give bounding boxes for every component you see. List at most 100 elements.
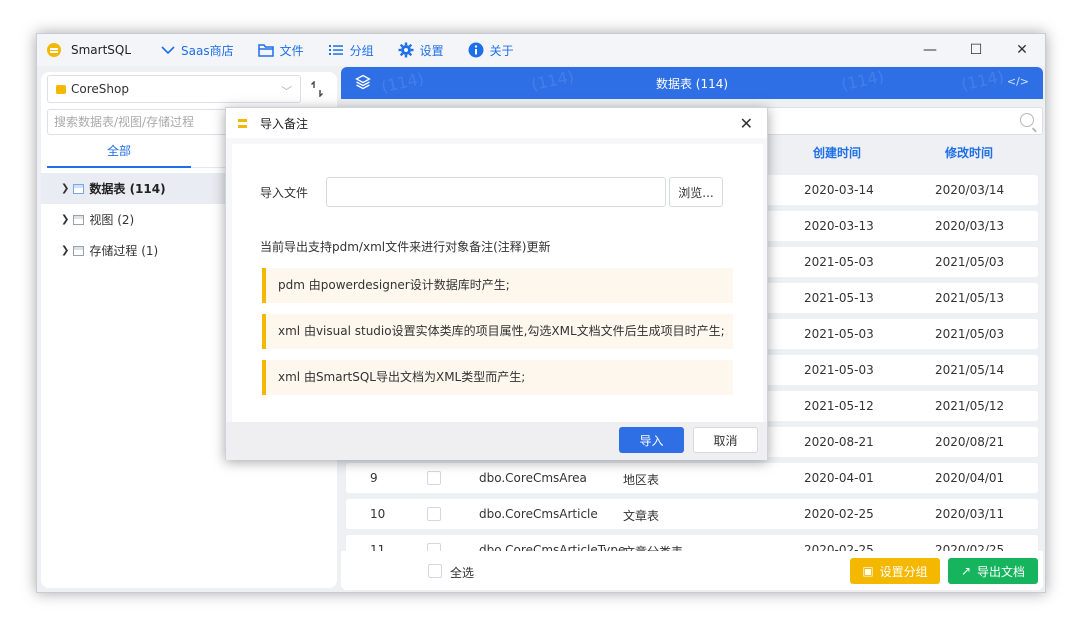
- code-icon[interactable]: </>: [1007, 75, 1029, 88]
- row-number: 10: [370, 507, 386, 521]
- tab-all[interactable]: 全部: [47, 142, 191, 168]
- set-group-label: 设置分组: [879, 564, 928, 579]
- dialog-footer: 导入 取消: [226, 422, 767, 460]
- minimize-button[interactable]: —: [907, 34, 953, 66]
- row-created: 2020-03-13: [804, 219, 874, 233]
- row-modified: 2021/05/12: [935, 399, 1005, 413]
- import-button[interactable]: 导入: [619, 427, 684, 453]
- select-all-checkbox[interactable]: [428, 564, 442, 578]
- import-icon: [236, 116, 250, 130]
- dialog-title: 导入备注: [260, 116, 309, 131]
- switch-button[interactable]: [303, 75, 331, 103]
- row-checkbox[interactable]: [427, 471, 441, 485]
- row-created: 2021-05-03: [804, 363, 874, 377]
- row-modified: 2020/08/21: [935, 435, 1005, 449]
- import-file-input[interactable]: [326, 177, 666, 207]
- close-window-button[interactable]: ✕: [999, 34, 1045, 66]
- cancel-button[interactable]: 取消: [693, 427, 758, 453]
- title-bar: SmartSQL Saas商店 文件 分组 设置 关于 — ☐ ✕: [37, 34, 1045, 66]
- app-name: SmartSQL: [71, 43, 132, 57]
- maximize-button[interactable]: ☐: [953, 34, 999, 66]
- panel-header: (114) (114) (114) (114) 数据表 (114) </>: [341, 67, 1043, 99]
- menu-settings-label: 设置: [419, 43, 444, 58]
- menu-settings[interactable]: 设置: [398, 42, 444, 59]
- gear-icon: [398, 42, 414, 58]
- database-select-value: CoreShop: [71, 82, 129, 96]
- row-modified: 2020/03/14: [935, 183, 1005, 197]
- watermark: (114): [839, 67, 886, 95]
- list-icon: [328, 45, 343, 55]
- swap-vertical-icon: [311, 81, 323, 97]
- dialog-body: 导入文件 浏览... 当前导出支持pdm/xml文件来进行对象备注(注释)更新 …: [232, 144, 763, 422]
- browse-button[interactable]: 浏览...: [669, 177, 723, 207]
- note-xml-smartsql: xml 由SmartSQL导出文档为XML类型而产生;: [262, 360, 733, 395]
- panel-title: 数据表 (114): [655, 76, 729, 91]
- row-created: 2021-05-03: [804, 255, 874, 269]
- note-xml-vs: xml 由visual studio设置实体类库的项目属性,勾选XML文档文件后…: [262, 314, 733, 349]
- row-created: 2021-05-13: [804, 291, 874, 305]
- watermark: (114): [959, 67, 1006, 95]
- chevron-down-icon: [161, 46, 175, 55]
- set-group-button[interactable]: ▣ 设置分组: [850, 558, 940, 584]
- chevron-down-icon: ﹀: [281, 85, 292, 98]
- table-row[interactable]: 10 dbo.CoreCmsArticle 文章表 2020-02-25 2020/03…: [346, 499, 1038, 529]
- export-doc-button[interactable]: ↗ 导出文档: [948, 558, 1038, 584]
- layers-icon: [355, 74, 371, 90]
- folder-icon: [257, 44, 274, 57]
- menu-saas-store[interactable]: Saas商店: [161, 42, 234, 59]
- row-comment: 文章表: [623, 509, 660, 523]
- tree-item-label: 数据表 (114): [89, 182, 166, 196]
- row-modified: 2021/05/14: [935, 363, 1005, 377]
- column-header-modified[interactable]: 修改时间: [945, 144, 993, 161]
- database-icon: [56, 84, 66, 94]
- panel-footer: 全选 ▣ 设置分组 ↗ 导出文档: [341, 551, 1043, 590]
- note-pdm: pdm 由powerdesigner设计数据库时产生;: [262, 268, 733, 303]
- row-comment: 地区表: [623, 473, 660, 487]
- row-modified: 2021/05/03: [935, 255, 1005, 269]
- procedure-icon: [73, 245, 85, 256]
- export-doc-label: 导出文档: [977, 564, 1026, 579]
- select-all-label: 全选: [450, 566, 475, 580]
- column-header-created[interactable]: 创建时间: [813, 144, 861, 161]
- menu-about[interactable]: 关于: [468, 42, 514, 59]
- row-modified: 2020/03/11: [935, 507, 1005, 521]
- chevron-right-icon: ❯: [61, 214, 70, 225]
- row-modified: 2021/05/13: [935, 291, 1005, 305]
- chevron-right-icon: ❯: [61, 183, 70, 194]
- row-checkbox[interactable]: [427, 507, 441, 521]
- tree-item-label: 存储过程 (1): [89, 244, 159, 258]
- table-icon: [73, 183, 85, 194]
- row-table-name: dbo.CoreCmsArticle: [479, 507, 598, 521]
- import-file-label: 导入文件: [260, 186, 309, 200]
- watermark: (114): [529, 67, 576, 95]
- watermark: (114): [379, 68, 426, 97]
- database-select[interactable]: CoreShop ﹀: [47, 75, 301, 103]
- row-modified: 2020/03/13: [935, 219, 1005, 233]
- row-created: 2020-03-14: [804, 183, 874, 197]
- menu-file[interactable]: 文件: [257, 42, 304, 59]
- import-remarks-dialog: 导入备注 ✕ 导入文件 浏览... 当前导出支持pdm/xml文件来进行对象备注…: [225, 107, 768, 460]
- row-created: 2021-05-12: [804, 399, 874, 413]
- export-icon: ↗: [960, 564, 972, 578]
- row-created: 2020-08-21: [804, 435, 874, 449]
- dialog-title-bar: 导入备注 ✕: [226, 108, 767, 138]
- app-logo-icon: [47, 43, 61, 57]
- table-row[interactable]: 9 dbo.CoreCmsArea 地区表 2020-04-01 2020/04/01: [346, 463, 1038, 493]
- row-modified: 2020/04/01: [935, 471, 1005, 485]
- window-controls: — ☐ ✕: [907, 34, 1045, 66]
- menu-saas-store-label: Saas商店: [181, 43, 234, 58]
- row-created: 2020-02-25: [804, 507, 874, 521]
- menu-file-label: 文件: [279, 43, 304, 58]
- chevron-right-icon: ❯: [61, 245, 70, 256]
- view-icon: [73, 214, 85, 225]
- menu-group[interactable]: 分组: [328, 42, 374, 59]
- row-created: 2021-05-03: [804, 327, 874, 341]
- main-menu: Saas商店 文件 分组 设置 关于: [161, 42, 538, 59]
- row-modified: 2021/05/03: [935, 327, 1005, 341]
- row-table-name: dbo.CoreCmsArea: [479, 471, 587, 485]
- search-icon: [1020, 113, 1034, 127]
- menu-about-label: 关于: [489, 43, 514, 58]
- tree-item-label: 视图 (2): [89, 213, 135, 227]
- row-created: 2020-04-01: [804, 471, 874, 485]
- close-icon[interactable]: ✕: [740, 114, 753, 133]
